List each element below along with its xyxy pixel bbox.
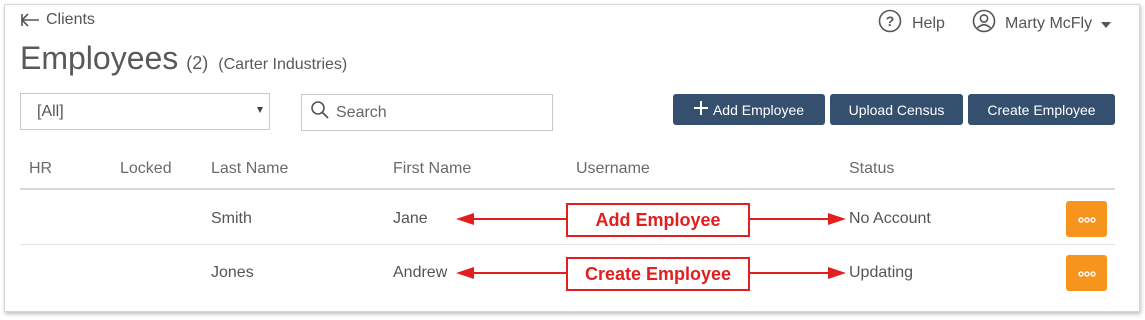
annotation-callout: Create Employee [566, 257, 750, 291]
annotation-callout: Add Employee [566, 203, 750, 237]
